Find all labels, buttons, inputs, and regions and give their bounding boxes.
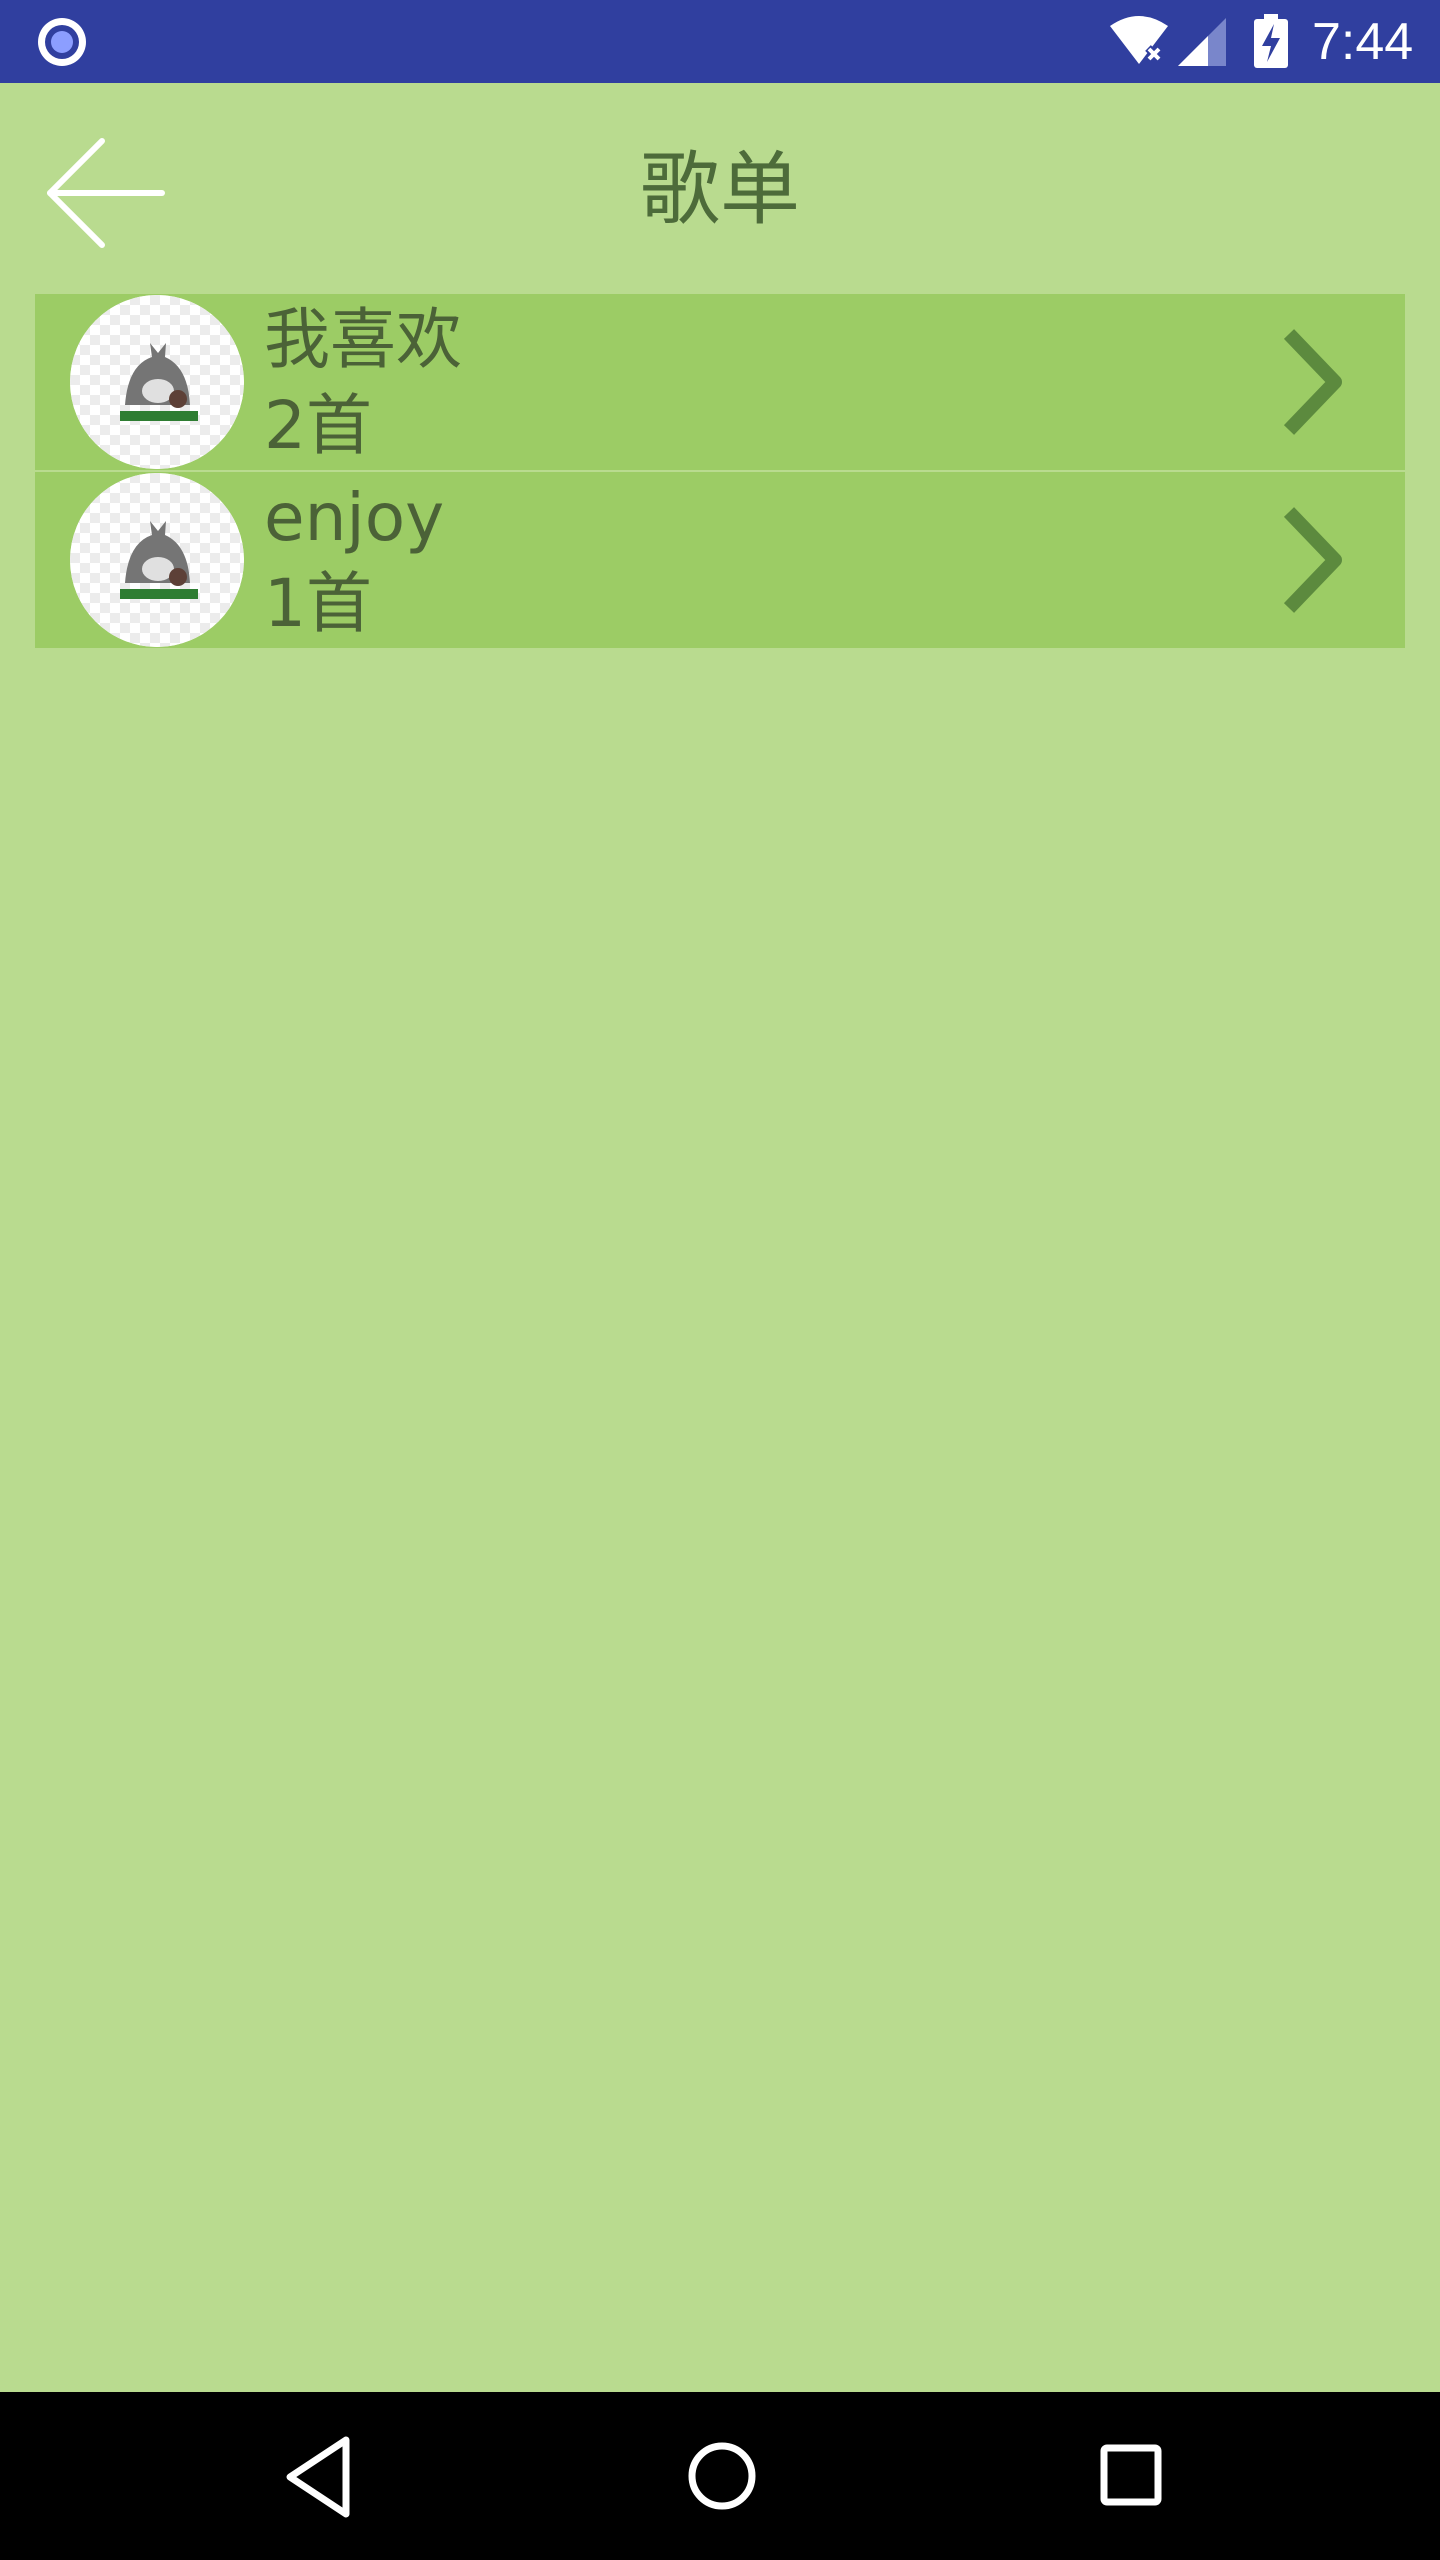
- chevron-right-icon: [1283, 507, 1342, 613]
- page-title: 歌单: [640, 143, 800, 236]
- playlist-count: 1首: [264, 565, 372, 642]
- navigation-bar: [0, 2392, 1440, 2560]
- playlist-list: 我喜欢 2首 enjoy 1首: [35, 294, 1405, 648]
- status-bar: 7:44: [0, 0, 1440, 83]
- app-header: 歌单: [0, 83, 1440, 293]
- playlist-item-enjoy[interactable]: enjoy 1首: [35, 472, 1405, 648]
- nav-home-icon[interactable]: [680, 2434, 764, 2518]
- wifi-off-icon: [1110, 16, 1168, 64]
- status-time: 7:44: [1312, 13, 1414, 71]
- playlist-name: enjoy: [264, 479, 445, 556]
- playlist-item-favorites[interactable]: 我喜欢 2首: [35, 294, 1405, 470]
- totoro-cover-icon: [70, 295, 244, 469]
- totoro-cover-icon: [70, 473, 244, 647]
- chevron-right-icon: [1283, 329, 1342, 435]
- cell-signal-icon: [1178, 18, 1226, 66]
- playlist-name: 我喜欢: [264, 301, 462, 378]
- battery-charging-icon: [1254, 14, 1288, 68]
- nav-back-icon[interactable]: [280, 2432, 360, 2522]
- playlist-count: 2首: [264, 387, 372, 464]
- nav-recents-icon[interactable]: [1090, 2434, 1174, 2518]
- notification-circle-icon: [38, 18, 86, 66]
